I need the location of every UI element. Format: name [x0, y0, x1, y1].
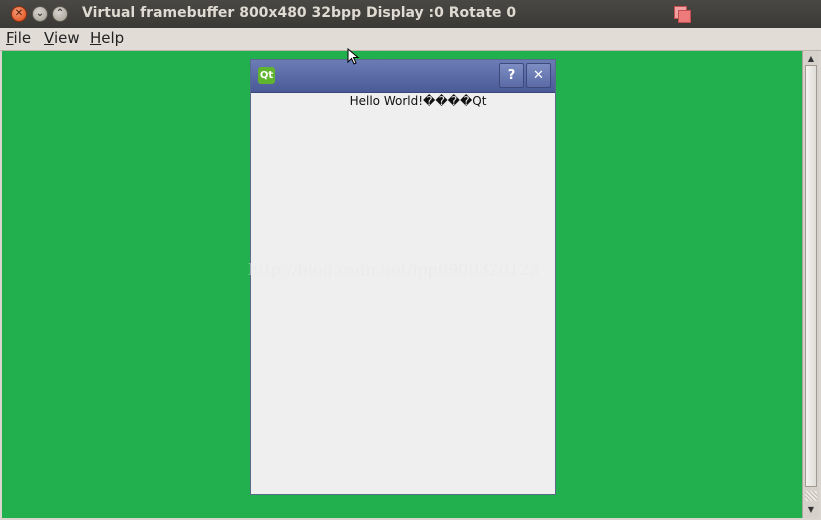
vertical-scrollbar[interactable]: ▲ ▼ [802, 51, 819, 518]
close-icon: ✕ [14, 8, 24, 19]
qt-dialog[interactable]: Qt ? ✕ Hello World!����Qt [250, 59, 556, 495]
hello-world-label: Hello World!����Qt [349, 94, 487, 108]
window-titlebar[interactable]: ✕ ⌄ ⌃ Virtual framebuffer 800x480 32bpp … [0, 0, 821, 29]
scroll-up-arrow-icon[interactable]: ▲ [805, 52, 817, 64]
scroll-down-arrow-icon[interactable]: ▼ [805, 503, 817, 515]
menu-help[interactable]: Help [90, 29, 124, 47]
qt-dialog-titlebar[interactable]: Qt ? ✕ [251, 60, 555, 93]
maximize-icon: ⌃ [55, 8, 65, 19]
resize-grip[interactable] [805, 491, 817, 501]
menu-view[interactable]: View [44, 29, 80, 47]
minimize-icon: ⌄ [35, 8, 45, 19]
menu-file-mnemonic: F [6, 29, 14, 47]
qt-close-button[interactable]: ✕ [526, 63, 551, 88]
framebuffer-screen[interactable]: Qt ? ✕ Hello World!����Qt [2, 51, 802, 518]
qt-help-button[interactable]: ? [499, 63, 524, 88]
qt-logo-icon: Qt [258, 67, 275, 84]
stacked-windows-icon [672, 5, 694, 25]
window-title: Virtual framebuffer 800x480 32bpp Displa… [82, 5, 517, 21]
menu-help-label: elp [101, 29, 125, 47]
scrollbar-thumb[interactable] [805, 65, 817, 487]
menu-bar: File View Help [0, 28, 821, 51]
window-minimize-button[interactable]: ⌄ [32, 6, 48, 22]
mouse-pointer-icon [347, 48, 360, 65]
question-icon: ? [507, 68, 516, 83]
window-close-button[interactable]: ✕ [11, 6, 27, 22]
close-icon: ✕ [533, 68, 544, 83]
framebuffer-window: ✕ ⌄ ⌃ Virtual framebuffer 800x480 32bpp … [0, 0, 821, 520]
menu-file-label: ile [13, 29, 32, 47]
window-maximize-button[interactable]: ⌃ [52, 6, 68, 22]
menu-file[interactable]: File [6, 29, 31, 47]
menu-view-mnemonic: V [44, 29, 54, 47]
menu-help-mnemonic: H [90, 29, 102, 47]
menu-view-label: iew [53, 29, 80, 47]
